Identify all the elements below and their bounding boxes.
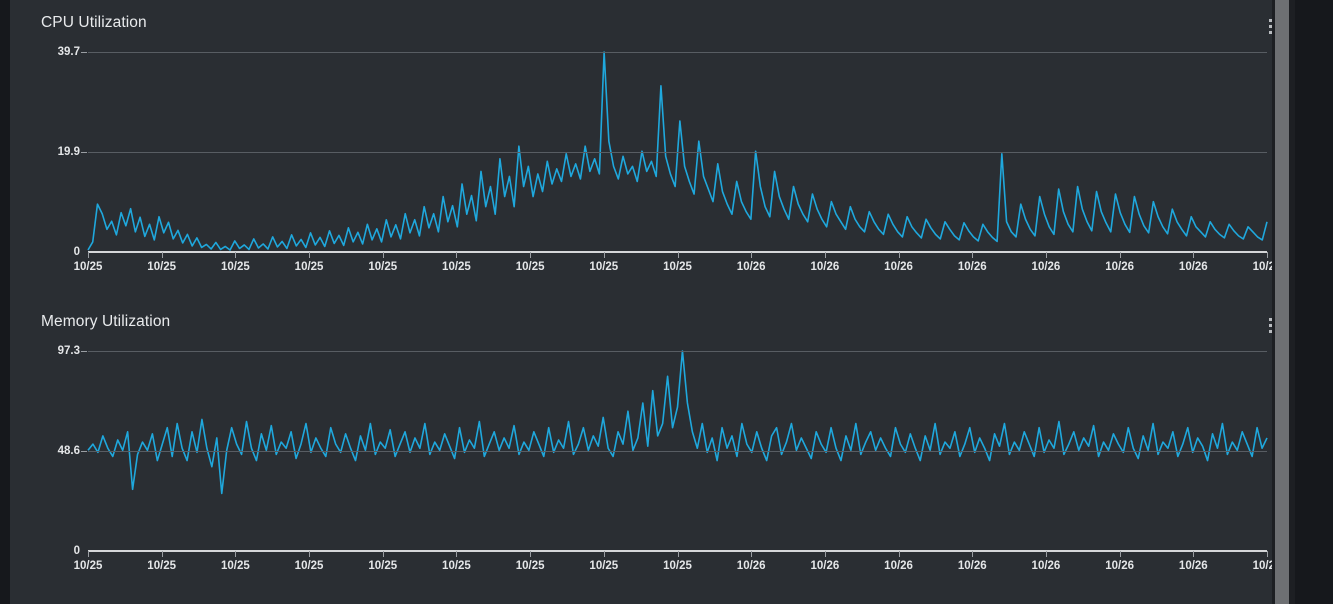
memory-chart-x-axis: 10/25 10/25 10/25 10/25 10/25 10/25 10/25 10/25… (10, 551, 1295, 581)
cpu-xtick-label: 10/26 (884, 261, 913, 273)
cpu-xtick-mark (1193, 252, 1195, 258)
cpu-chart-x-axis: 10/25 10/25 10/25 10/25 10/25 10/25 10/25 10/25… (10, 252, 1295, 282)
vertical-scrollbar-track[interactable] (1272, 0, 1295, 604)
memory-xtick-label: 10/26 (1031, 560, 1061, 572)
cpu-xtick-label: 10/25 (294, 261, 324, 273)
memory-xtick-mark (456, 551, 458, 557)
cpu-xtick-mark (824, 252, 826, 258)
cpu-widget-title: CPU Utilization (41, 14, 147, 31)
memory-xtick-mark (161, 551, 163, 557)
cpu-xtick-label: 10/26 (1178, 261, 1208, 273)
memory-xtick-label: 10/25 (663, 560, 692, 572)
cpu-xtick-label: 10/25 (515, 261, 545, 273)
cpu-xtick-mark (751, 252, 753, 258)
memory-xtick-mark (972, 551, 974, 557)
memory-xtick-label: 10/25 (442, 560, 471, 572)
memory-xtick-label: 10/25 (368, 560, 398, 572)
cpu-ytick-mark (81, 52, 87, 53)
memory-series-path (88, 351, 1267, 493)
cpu-ytick-mark (81, 151, 87, 153)
memory-ytick-mark (81, 351, 87, 352)
memory-xtick-mark (309, 551, 311, 557)
memory-xtick-mark (603, 551, 605, 557)
memory-ytick-label: 97.3 (57, 345, 80, 357)
cpu-xtick-label: 10/25 (589, 261, 619, 273)
memory-xtick-mark (382, 551, 384, 557)
memory-xtick-mark (677, 551, 679, 557)
cpu-xtick-label: 10/25 (368, 261, 398, 273)
cpu-xtick-mark (1267, 252, 1268, 258)
memory-gridline (88, 351, 1267, 352)
cpu-xtick-mark (972, 252, 974, 258)
cpu-xtick-label: 10/25 (147, 261, 177, 273)
cpu-xtick-label: 10/26 (1105, 261, 1135, 273)
memory-xtick-mark (530, 551, 532, 557)
cpu-ytick-label: 39.7 (57, 46, 80, 58)
vertical-scrollbar-thumb[interactable] (1275, 0, 1289, 604)
memory-xtick-mark (1045, 551, 1047, 557)
cpu-xtick-mark (1045, 252, 1047, 258)
memory-utilization-widget: Memory Utilization 0 48.6 97.3 10/25 10/25 1… (10, 299, 1295, 604)
cpu-ytick-label: 19.9 (57, 145, 80, 158)
cpu-xtick-mark (677, 252, 679, 258)
memory-xtick-mark (824, 551, 826, 557)
memory-xtick-mark (1267, 551, 1268, 557)
cpu-xtick-mark (382, 252, 384, 258)
memory-xtick-mark (88, 551, 89, 557)
cpu-xtick-label: 10/26 (1031, 261, 1061, 273)
cpu-xtick-label: 10/26 (810, 261, 840, 273)
memory-xtick-mark (1193, 551, 1195, 557)
cpu-xtick-mark (235, 252, 237, 258)
cpu-xtick-label: 10/25 (442, 261, 471, 273)
dashboard-panel: CPU Utilization 0 19.9 39.7 10/25 10/25 10/2… (10, 0, 1295, 604)
cpu-utilization-widget: CPU Utilization 0 19.9 39.7 10/25 10/25 10/2… (10, 0, 1295, 299)
cpu-xtick-mark (309, 252, 311, 258)
memory-xtick-label: 10/25 (73, 560, 103, 572)
cpu-xtick-label: 10/26 (736, 261, 766, 273)
memory-xtick-label: 10/25 (294, 560, 324, 572)
cpu-xtick-mark (161, 252, 163, 258)
memory-xtick-label: 10/26 (884, 560, 913, 572)
memory-xtick-label: 10/26 (1105, 560, 1135, 572)
memory-xtick-label: 10/26 (736, 560, 766, 572)
cpu-gridline (88, 52, 1267, 53)
memory-gridline (88, 451, 1267, 453)
memory-xtick-label: 10/25 (589, 560, 619, 572)
memory-xtick-mark (235, 551, 237, 557)
cpu-gridline (88, 151, 1267, 153)
memory-xtick-label: 10/25 (147, 560, 177, 572)
cpu-xtick-label: 10/25 (73, 261, 103, 273)
cpu-xtick-mark (88, 252, 89, 258)
memory-xtick-mark (1119, 551, 1121, 557)
cpu-xtick-mark (530, 252, 532, 258)
cpu-xtick-label: 10/25 (663, 261, 692, 273)
memory-chart-plot-area: 0 48.6 97.3 (10, 345, 1295, 557)
cpu-xtick-label: 10/26 (957, 261, 987, 273)
left-gutter (0, 0, 10, 604)
memory-widget-title: Memory Utilization (41, 313, 171, 330)
memory-xtick-label: 10/25 (515, 560, 545, 572)
memory-ytick-mark (81, 451, 87, 453)
memory-xtick-label: 10/26 (810, 560, 840, 572)
memory-xtick-label: 10/25 (220, 560, 250, 572)
cpu-chart-plot-area: 0 19.9 39.7 (10, 46, 1295, 258)
cpu-xtick-mark (603, 252, 605, 258)
cpu-widget-header: CPU Utilization (10, 0, 1295, 52)
cpu-xtick-mark (456, 252, 458, 258)
memory-widget-header: Memory Utilization (10, 299, 1295, 351)
memory-xtick-label: 10/26 (1178, 560, 1208, 572)
cpu-xtick-mark (1119, 252, 1121, 258)
cpu-xtick-mark (898, 252, 900, 258)
memory-xtick-mark (898, 551, 900, 557)
memory-xtick-label: 10/26 (957, 560, 987, 572)
memory-xtick-mark (751, 551, 753, 557)
memory-ytick-label: 48.6 (57, 445, 80, 458)
cpu-xtick-label: 10/25 (220, 261, 250, 273)
